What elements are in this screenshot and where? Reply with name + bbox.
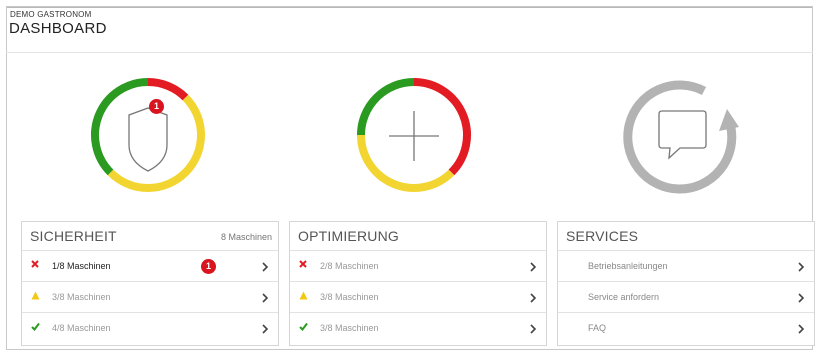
optimierung-ring xyxy=(357,78,471,192)
optimierung-ring-green-segment xyxy=(357,78,415,136)
error-x-icon xyxy=(30,260,40,272)
sicherheit-ring-red-segment xyxy=(147,78,189,101)
services-row-faq-label: FAQ xyxy=(588,323,607,333)
optimierung-ring-red-segment xyxy=(413,78,471,176)
services-gauge[interactable] xyxy=(618,75,742,199)
page-title: DASHBOARD xyxy=(9,20,107,37)
chevron-right-icon xyxy=(261,260,269,272)
optimierung-row-error-label: 2/8 Maschinen xyxy=(320,261,379,271)
sicherheit-panel: SICHERHEIT 8 Maschinen 1/8 Maschinen 1 3… xyxy=(21,221,279,346)
chevron-right-icon xyxy=(797,291,805,303)
sicherheit-row-warning[interactable]: 3/8 Maschinen xyxy=(22,282,278,313)
sicherheit-row-ok-label: 4/8 Maschinen xyxy=(52,323,111,333)
chevron-right-icon xyxy=(529,322,537,334)
sicherheit-ring-green-segment xyxy=(91,78,149,176)
checkmark-icon xyxy=(298,322,308,334)
sicherheit-row-error-label: 1/8 Maschinen xyxy=(52,261,111,271)
company-name: DEMO GASTRONOM xyxy=(10,10,92,19)
warning-triangle-icon xyxy=(30,291,40,303)
chevron-right-icon xyxy=(797,322,805,334)
chevron-right-icon xyxy=(261,322,269,334)
optimierung-row-ok[interactable]: 3/8 Maschinen xyxy=(290,313,546,344)
chevron-right-icon xyxy=(529,291,537,303)
header-divider xyxy=(6,52,813,53)
shield-icon xyxy=(128,107,168,172)
plus-icon xyxy=(389,111,439,161)
services-row-service-anfordern-label: Service anfordern xyxy=(588,292,660,302)
sicherheit-panel-header: SICHERHEIT 8 Maschinen xyxy=(22,222,278,251)
sicherheit-title: SICHERHEIT xyxy=(30,228,117,244)
sicherheit-ring-segments xyxy=(91,78,205,192)
optimierung-gauge[interactable] xyxy=(354,75,474,195)
sicherheit-ring xyxy=(91,78,205,192)
chevron-right-icon xyxy=(261,291,269,303)
sicherheit-row-ok[interactable]: 4/8 Maschinen xyxy=(22,313,278,344)
error-x-icon xyxy=(298,260,308,272)
top-border xyxy=(7,7,812,8)
services-panel-header: SERVICES xyxy=(558,222,814,251)
services-row-service-anfordern[interactable]: Service anfordern xyxy=(558,282,814,313)
sicherheit-row-alert-badge: 1 xyxy=(201,259,216,274)
refresh-ring-icon xyxy=(623,80,739,194)
optimierung-panel: OPTIMIERUNG 2/8 Maschinen 3/8 Maschinen … xyxy=(289,221,547,346)
services-row-betriebsanleitungen-label: Betriebsanleitungen xyxy=(588,261,668,271)
optimierung-panel-header: OPTIMIERUNG xyxy=(290,222,546,251)
sicherheit-row-warning-label: 3/8 Maschinen xyxy=(52,292,111,302)
chat-bubble-icon xyxy=(658,110,707,160)
sicherheit-gauge[interactable]: 1 xyxy=(88,75,208,195)
optimierung-row-warning-label: 3/8 Maschinen xyxy=(320,292,379,302)
services-row-betriebsanleitungen[interactable]: Betriebsanleitungen xyxy=(558,251,814,282)
optimierung-title: OPTIMIERUNG xyxy=(298,228,399,244)
services-panel: SERVICES Betriebsanleitungen Service anf… xyxy=(557,221,815,346)
warning-triangle-icon xyxy=(298,291,308,303)
chevron-right-icon xyxy=(797,260,805,272)
services-ring xyxy=(623,80,739,194)
optimierung-ring-yellow-segment xyxy=(357,134,455,192)
checkmark-icon xyxy=(30,322,40,334)
optimierung-row-ok-label: 3/8 Maschinen xyxy=(320,323,379,333)
optimierung-row-error[interactable]: 2/8 Maschinen xyxy=(290,251,546,282)
services-title: SERVICES xyxy=(566,228,639,244)
sicherheit-alert-badge: 1 xyxy=(149,99,164,114)
chevron-right-icon xyxy=(529,260,537,272)
sicherheit-row-error[interactable]: 1/8 Maschinen 1 xyxy=(22,251,278,282)
optimierung-row-warning[interactable]: 3/8 Maschinen xyxy=(290,282,546,313)
sicherheit-machine-count: 8 Maschinen xyxy=(220,232,272,242)
services-row-faq[interactable]: FAQ xyxy=(558,313,814,344)
